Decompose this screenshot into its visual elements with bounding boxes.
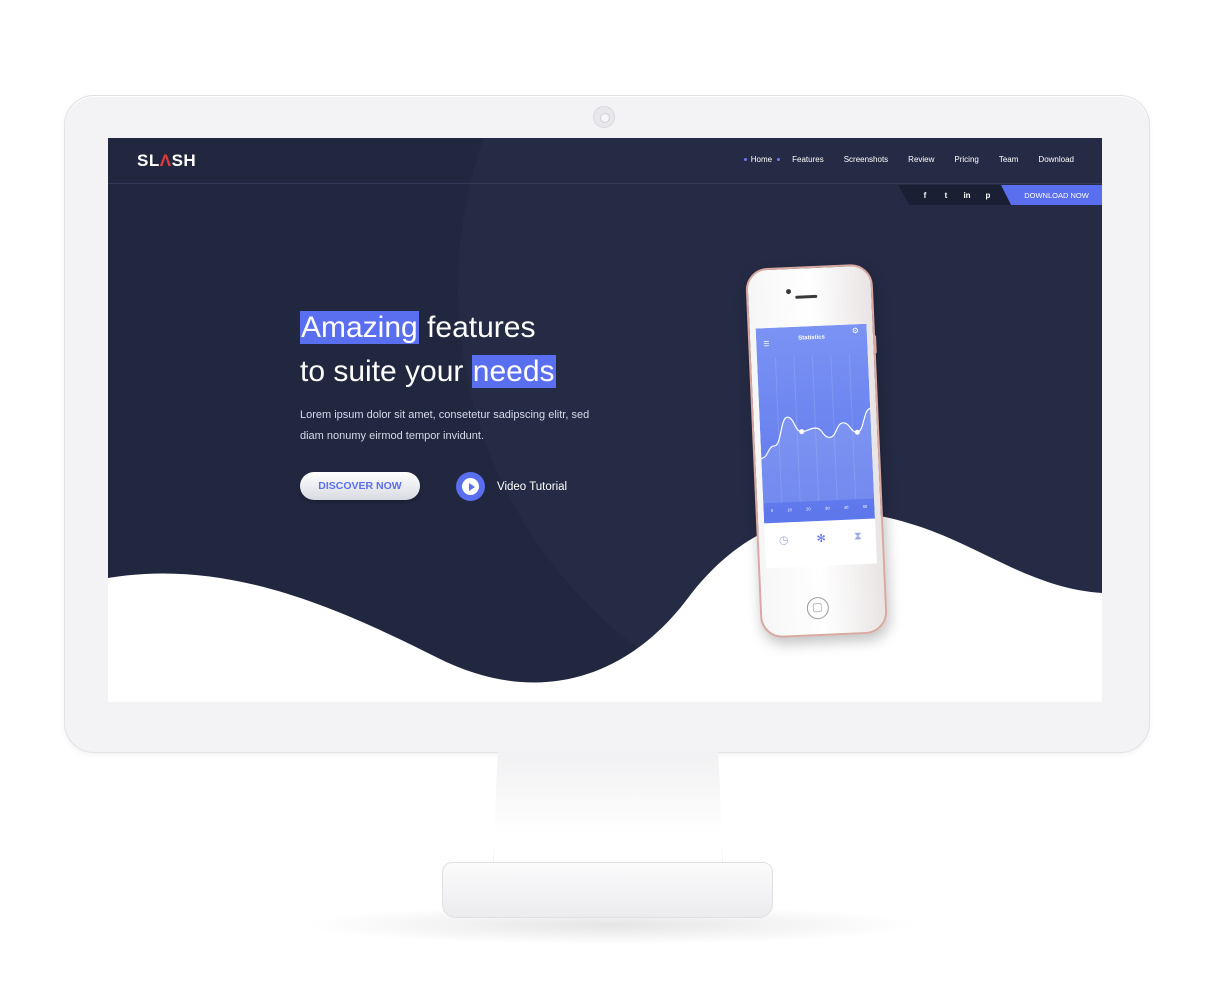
hourglass-icon[interactable]: ⧗ — [854, 530, 862, 543]
phone-speaker — [795, 294, 818, 299]
hero-description: Lorem ipsum dolor sit amet, consetetur s… — [300, 409, 590, 442]
monitor-stand-foot — [442, 862, 773, 918]
video-tutorial-label: Video Tutorial — [497, 480, 568, 493]
hero-title-highlight-2: needs — [471, 355, 556, 388]
hero-title-line-2: to suite your — [300, 355, 472, 388]
phone-camera — [785, 288, 792, 295]
nav-item-home[interactable]: Home — [743, 155, 781, 164]
phone-tick: 40 — [843, 504, 849, 510]
nav-item-features[interactable]: Features — [792, 155, 824, 164]
main-nav: Home Features Screenshots Review Pricing… — [731, 155, 1074, 164]
phone-tick: 50 — [862, 503, 868, 510]
nav-item-team[interactable]: Team — [999, 155, 1019, 164]
nav-item-pricing[interactable]: Pricing — [954, 155, 978, 164]
phone-tab-bar: ◷ ✻ ⧗ — [765, 530, 876, 548]
pinterest-icon[interactable]: p — [983, 191, 993, 200]
logo-accent: Λ — [159, 151, 172, 170]
nav-item-review[interactable]: Review — [908, 155, 934, 164]
social-bar: f t in p — [898, 185, 1011, 205]
twitter-icon[interactable]: t — [941, 191, 951, 200]
clock-icon[interactable]: ◷ — [779, 533, 789, 546]
hero-title-rest-1: features — [418, 311, 536, 344]
webcam-icon — [593, 106, 615, 128]
phone-tick: 30 — [824, 505, 830, 511]
download-now-button[interactable]: DOWNLOAD NOW — [1001, 185, 1102, 205]
phone-tick: 0 — [770, 507, 774, 514]
phone-screen: ☰ Statistics ⚙ 0 10 20 30 40 50 ◷ ✻ ⧗ — [755, 323, 877, 569]
top-navbar: SLΛSH Home Features Screenshots Review P… — [108, 138, 1102, 184]
linkedin-icon[interactable]: in — [962, 191, 972, 200]
play-icon[interactable] — [456, 472, 485, 501]
hero-title: Amazing features to suite your needs — [300, 306, 556, 394]
monitor-screen: SLΛSH Home Features Screenshots Review P… — [108, 138, 1102, 702]
monitor-stand-neck — [493, 752, 723, 872]
phone-chart-area — [761, 408, 875, 504]
phone-mockup: ☰ Statistics ⚙ 0 10 20 30 40 50 ◷ ✻ ⧗ — [744, 263, 889, 639]
logo-text: SL — [137, 151, 160, 170]
phone-tick: 20 — [806, 506, 811, 512]
phone-home-button — [806, 596, 830, 620]
discover-now-button[interactable]: DISCOVER NOW — [300, 472, 420, 500]
video-tutorial-link[interactable]: Video Tutorial — [456, 472, 567, 501]
brand-logo[interactable]: SLΛSH — [137, 151, 196, 171]
facebook-icon[interactable]: f — [920, 191, 930, 200]
phone-line-chart — [761, 354, 875, 504]
hero-title-highlight-1: Amazing — [300, 311, 419, 344]
nav-item-screenshots[interactable]: Screenshots — [844, 155, 888, 164]
logo-text-end: SH — [171, 151, 197, 170]
phone-tick: 10 — [787, 507, 792, 513]
nav-item-download[interactable]: Download — [1038, 155, 1074, 164]
atom-icon[interactable]: ✻ — [816, 532, 826, 545]
phone-chart-panel: ☰ Statistics ⚙ 0 10 20 30 40 50 — [755, 323, 876, 524]
